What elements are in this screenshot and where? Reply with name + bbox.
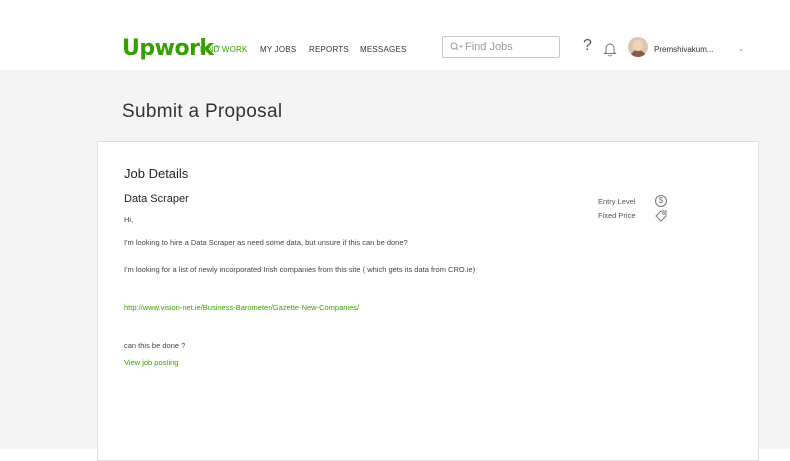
avatar-face [633, 40, 643, 51]
nav-my-jobs[interactable]: MY JOBS [260, 45, 296, 55]
budget-type-label: Fixed Price [598, 211, 636, 220]
search-box[interactable] [442, 36, 560, 58]
experience-level-label: Entry Level [598, 197, 636, 206]
nav-messages[interactable]: MESSAGES [360, 45, 407, 55]
job-reference-link[interactable]: http://www.vision-net.ie/Business-Barome… [124, 302, 359, 313]
job-description-paragraph: I'm looking for a list of newly incorpor… [124, 265, 476, 274]
job-description-greeting: Hi, [124, 215, 134, 224]
page-title: Submit a Proposal [122, 101, 283, 122]
nav-find-work[interactable]: FIND WORK [200, 45, 248, 55]
job-description-paragraph: I'm looking to hire a Data Scraper as ne… [124, 238, 408, 247]
view-job-posting-link[interactable]: View job posting [124, 357, 178, 368]
search-icon[interactable] [450, 42, 464, 54]
user-avatar[interactable] [628, 37, 648, 57]
avatar-body [630, 50, 646, 57]
logo-up: Up [122, 36, 155, 61]
nav-reports[interactable]: REPORTS [309, 45, 349, 55]
user-menu-chevron-down-icon[interactable]: ⌄ [738, 44, 745, 54]
username-label[interactable]: Premshivakum... [654, 45, 714, 55]
job-description-question: can this be done ? [124, 341, 186, 350]
job-title: Data Scraper [124, 193, 189, 205]
job-details-card: Job Details Data Scraper Hi, I'm looking… [97, 141, 759, 461]
top-navigation-bar: Upwork™ FIND WORK MY JOBS REPORTS MESSAG… [0, 0, 790, 70]
tag-icon [655, 209, 667, 222]
dollar-icon: $ [655, 195, 667, 207]
help-icon[interactable]: ? [583, 37, 592, 55]
notifications-bell-icon[interactable] [603, 41, 617, 57]
search-input[interactable] [465, 40, 555, 54]
job-details-heading: Job Details [124, 166, 189, 181]
